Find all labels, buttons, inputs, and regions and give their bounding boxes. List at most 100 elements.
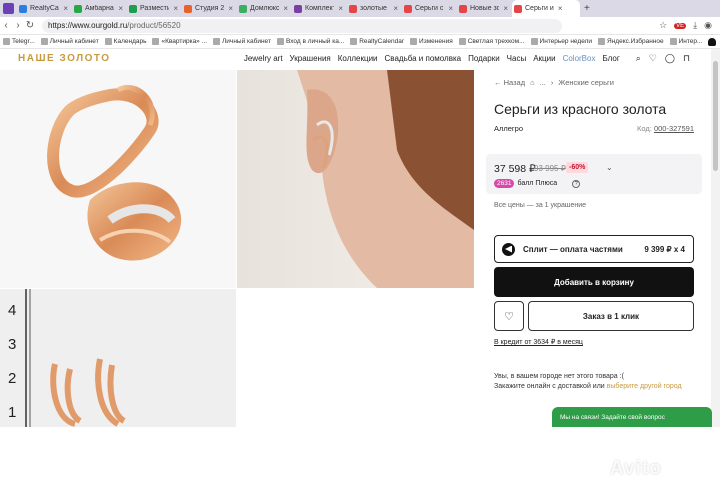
current-price: 37 598 ₽ xyxy=(494,163,536,175)
close-tab-icon[interactable]: × xyxy=(63,4,68,13)
breadcrumb-category[interactable]: Женские серьги xyxy=(558,78,614,87)
bag-icon[interactable]: ⊓ xyxy=(683,53,690,64)
tab-favicon-icon xyxy=(404,4,412,13)
favorite-button[interactable]: ♡ xyxy=(494,301,524,331)
bookmark-label: RealtyCalendar xyxy=(359,38,405,45)
stock-line-1: Увы, в вашем городе нет этого товара :( xyxy=(494,373,624,380)
close-tab-icon[interactable]: × xyxy=(393,4,398,13)
menu-item[interactable]: Акции xyxy=(533,54,555,63)
search-icon[interactable]: ⌕ xyxy=(636,53,641,64)
bookmark-item[interactable]: Вход в личный ка... xyxy=(276,38,344,45)
browser-tab[interactable]: Амбарная к × xyxy=(72,0,127,17)
close-tab-icon[interactable]: × xyxy=(448,4,453,13)
browser-tab[interactable]: Комплект З× xyxy=(292,0,347,17)
close-tab-icon[interactable]: × xyxy=(228,4,233,13)
bookmark-favicon-icon xyxy=(213,38,221,45)
menu-item[interactable]: Подарки xyxy=(468,54,500,63)
browser-tab[interactable]: RealtyCalen × xyxy=(17,0,72,17)
bookmark-item[interactable]: Изменения xyxy=(410,38,453,45)
bookmark-item[interactable]: Яндекс.Избранное xyxy=(598,38,664,45)
page-scrollbar[interactable] xyxy=(711,49,720,427)
browser-tab[interactable]: Домлюкс - П× xyxy=(237,0,292,17)
bookmark-star-icon[interactable]: ☆ xyxy=(659,20,667,31)
bookmark-label: Изменения xyxy=(419,38,453,45)
browser-tab[interactable]: золотые сер × xyxy=(347,0,402,17)
bookmark-favicon-icon xyxy=(276,38,284,45)
ruler-number: 1 xyxy=(8,404,17,421)
chevron-down-icon[interactable]: ⌄ xyxy=(606,163,613,172)
menu-item[interactable]: Часы xyxy=(507,54,527,63)
bookmark-label: Личный кабинет xyxy=(222,38,271,45)
extension-icon[interactable]: VE xyxy=(674,22,687,29)
browser-tab[interactable]: Серьги с топ × xyxy=(402,0,457,17)
forward-nav-icon[interactable]: › xyxy=(12,20,24,31)
user-icon[interactable]: ◯ xyxy=(665,53,675,64)
bookmark-item[interactable]: Интер... xyxy=(669,38,702,45)
browser-tab[interactable]: Новые золо× xyxy=(457,0,512,17)
browser-menu-icon[interactable] xyxy=(3,3,14,14)
bookmark-label: Светлая трехком... xyxy=(467,38,525,45)
close-tab-icon[interactable]: × xyxy=(338,4,343,13)
profile-icon[interactable]: ◉ xyxy=(704,20,712,31)
stock-line-2: Закажите онлайн с доставкой или xyxy=(494,383,605,390)
tab-favicon-icon xyxy=(294,4,302,13)
bookmark-cat-icon[interactable] xyxy=(708,37,717,46)
bookmark-item[interactable]: RealtyCalendar xyxy=(350,38,404,45)
bonus-badge: 2631 xyxy=(494,179,515,188)
bookmark-item[interactable]: Светлая трехком... xyxy=(458,38,525,45)
split-label: Сплит — оплата частями xyxy=(523,244,623,254)
menu-item[interactable]: Блог xyxy=(602,54,619,63)
download-icon[interactable]: ⤓ xyxy=(693,20,697,31)
bonus-row: 2631 балл Плюса ? xyxy=(494,179,581,188)
bookmark-label: Интерьер недели xyxy=(539,38,593,45)
reload-icon[interactable]: ↻ xyxy=(24,20,36,31)
split-payment-button[interactable]: Сплит — оплата частями 9 399 ₽ x 4 xyxy=(494,235,694,263)
close-tab-icon[interactable]: × xyxy=(558,4,563,13)
product-photo-main[interactable] xyxy=(0,70,236,288)
browser-tab[interactable]: Разместить× xyxy=(127,0,182,17)
close-tab-icon[interactable]: × xyxy=(173,4,178,13)
credit-link[interactable]: В кредит от 3634 ₽ в месяц xyxy=(494,338,583,346)
bookmark-item[interactable]: «Квартирка» ... xyxy=(152,38,207,45)
add-to-cart-button[interactable]: Добавить в корзину xyxy=(494,267,694,297)
url-input[interactable]: https://www.ourgold.ru/product/56520 xyxy=(42,18,562,33)
tab-label: Комплект З xyxy=(305,5,335,12)
bookmark-favicon-icon xyxy=(350,38,358,45)
close-tab-icon[interactable]: × xyxy=(118,4,123,13)
product-photo-model[interactable] xyxy=(237,70,474,288)
heart-icon[interactable]: ♡ xyxy=(649,53,657,64)
bookmark-item[interactable]: Интерьер недели xyxy=(530,38,593,45)
new-tab-icon[interactable]: + xyxy=(584,3,590,14)
tab-favicon-icon xyxy=(184,4,192,13)
bookmark-item[interactable]: Личный кабинет xyxy=(213,38,271,45)
change-city-link[interactable]: выберите другой город xyxy=(607,383,682,390)
bookmark-item[interactable]: Telegr... xyxy=(3,38,35,45)
bookmark-label: Яндекс.Избранное xyxy=(607,38,664,45)
bookmark-label: Личный кабинет xyxy=(49,38,99,45)
breadcrumb-ellipsis[interactable]: ... xyxy=(540,78,546,87)
one-click-order-button[interactable]: Заказ в 1 клик xyxy=(528,301,694,331)
bookmark-item[interactable]: Личный кабинет xyxy=(40,38,99,45)
back-link[interactable]: ← Назад xyxy=(494,78,525,87)
home-icon[interactable]: ⌂ xyxy=(530,78,535,87)
close-tab-icon[interactable]: × xyxy=(503,4,508,13)
browser-tab[interactable]: Серьги и × xyxy=(512,0,580,17)
tab-favicon-icon xyxy=(459,4,467,13)
product-photo-ruler[interactable]: 4 3 2 1 xyxy=(0,289,236,427)
bookmark-item[interactable]: Календарь xyxy=(104,38,146,45)
question-icon[interactable]: ? xyxy=(572,179,581,188)
bookmark-favicon-icon xyxy=(104,38,112,45)
menu-item[interactable]: ColorBox xyxy=(563,54,596,63)
menu-item[interactable]: Свадьба и помолвка xyxy=(385,54,462,63)
back-nav-icon[interactable]: ‹ xyxy=(0,20,12,31)
menu-item[interactable]: Коллекции xyxy=(338,54,378,63)
product-brand[interactable]: Аллегро xyxy=(494,124,523,133)
menu-item[interactable]: Украшения xyxy=(290,54,331,63)
site-logo[interactable]: НАШЕ ЗОЛОТО xyxy=(18,53,111,64)
bookmark-favicon-icon xyxy=(152,38,160,45)
browser-tab[interactable]: Студия 24 к× xyxy=(182,0,237,17)
close-tab-icon[interactable]: × xyxy=(283,4,288,13)
chat-widget-button[interactable]: Мы на связи! Задайте свой вопрос xyxy=(552,407,712,427)
menu-item[interactable]: Jewelry art xyxy=(244,54,283,63)
heart-icon: ♡ xyxy=(504,310,514,323)
